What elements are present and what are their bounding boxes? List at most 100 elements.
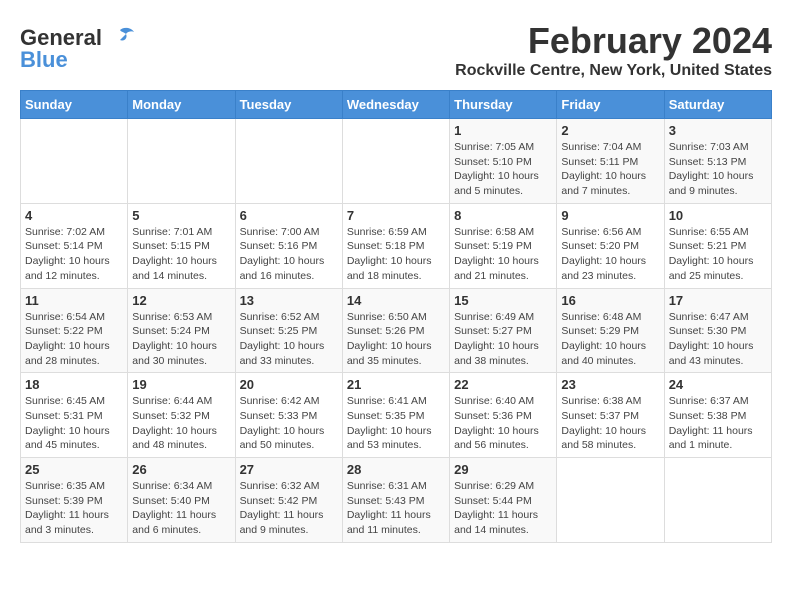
day-number: 26 [132, 462, 230, 477]
calendar-cell: 28Sunrise: 6:31 AMSunset: 5:43 PMDayligh… [342, 458, 449, 543]
calendar-cell: 8 Sunrise: 6:58 AMSunset: 5:19 PMDaylight… [450, 203, 557, 288]
day-info: Sunrise: 6:35 AMSunset: 5:39 PMDaylight:… [25, 479, 123, 538]
day-info: Sunrise: 6:40 AMSunset: 5:36 PMDaylight:… [454, 394, 552, 453]
header: General Blue February 2024 Rockville Cen… [20, 20, 772, 80]
day-number: 27 [240, 462, 338, 477]
day-info: Sunrise: 6:56 AMSunset: 5:20 PMDaylight:… [561, 225, 659, 284]
day-number: 1 [454, 123, 552, 138]
calendar-cell: 5Sunrise: 7:01 AMSunset: 5:15 PMDaylight… [128, 203, 235, 288]
day-info: Sunrise: 6:55 AMSunset: 5:21 PMDaylight:… [669, 225, 767, 284]
day-number: 25 [25, 462, 123, 477]
day-info: Sunrise: 6:37 AMSunset: 5:38 PMDaylight:… [669, 394, 767, 453]
day-number: 28 [347, 462, 445, 477]
day-info: Sunrise: 6:29 AMSunset: 5:44 PMDaylight:… [454, 479, 552, 538]
calendar-cell [342, 119, 449, 204]
calendar-cell: 19Sunrise: 6:44 AMSunset: 5:32 PMDayligh… [128, 373, 235, 458]
day-number: 6 [240, 208, 338, 223]
calendar-cell: 12 Sunrise: 6:53 AMSunset: 5:24 PMDayligh… [128, 288, 235, 373]
week-row-5: 25 Sunrise: 6:35 AMSunset: 5:39 PMDayligh… [21, 458, 772, 543]
calendar-cell: 10Sunrise: 6:55 AMSunset: 5:21 PMDayligh… [664, 203, 771, 288]
day-number: 19 [132, 377, 230, 392]
calendar-cell [128, 119, 235, 204]
day-number: 8 [454, 208, 552, 223]
day-number: 17 [669, 293, 767, 308]
day-info: Sunrise: 6:50 AMSunset: 5:26 PMDaylight:… [347, 310, 445, 369]
day-info: Sunrise: 7:04 AMSunset: 5:11 PMDaylight:… [561, 140, 659, 199]
day-info: Sunrise: 7:03 AMSunset: 5:13 PMDaylight:… [669, 140, 767, 199]
day-info: Sunrise: 6:53 AMSunset: 5:24 PMDaylight:… [132, 310, 230, 369]
calendar-cell: 3 Sunrise: 7:03 AMSunset: 5:13 PMDaylight… [664, 119, 771, 204]
week-row-2: 4Sunrise: 7:02 AMSunset: 5:14 PMDaylight… [21, 203, 772, 288]
calendar-cell: 7 Sunrise: 6:59 AMSunset: 5:18 PMDaylight… [342, 203, 449, 288]
column-header-wednesday: Wednesday [342, 91, 449, 119]
calendar-cell [21, 119, 128, 204]
calendar-cell: 4Sunrise: 7:02 AMSunset: 5:14 PMDaylight… [21, 203, 128, 288]
day-number: 22 [454, 377, 552, 392]
day-info: Sunrise: 6:32 AMSunset: 5:42 PMDaylight:… [240, 479, 338, 538]
logo: General Blue [20, 25, 136, 73]
calendar-cell: 22 Sunrise: 6:40 AMSunset: 5:36 PMDayligh… [450, 373, 557, 458]
day-number: 23 [561, 377, 659, 392]
day-number: 14 [347, 293, 445, 308]
day-info: Sunrise: 6:47 AMSunset: 5:30 PMDaylight:… [669, 310, 767, 369]
day-number: 24 [669, 377, 767, 392]
calendar-cell: 11 Sunrise: 6:54 AMSunset: 5:22 PMDayligh… [21, 288, 128, 373]
day-info: Sunrise: 6:34 AMSunset: 5:40 PMDaylight:… [132, 479, 230, 538]
day-number: 7 [347, 208, 445, 223]
calendar-cell: 17 Sunrise: 6:47 AMSunset: 5:30 PMDayligh… [664, 288, 771, 373]
day-info: Sunrise: 7:01 AMSunset: 5:15 PMDaylight:… [132, 225, 230, 284]
day-number: 21 [347, 377, 445, 392]
week-row-4: 18 Sunrise: 6:45 AMSunset: 5:31 PMDayligh… [21, 373, 772, 458]
day-number: 18 [25, 377, 123, 392]
day-number: 9 [561, 208, 659, 223]
calendar-cell: 2Sunrise: 7:04 AMSunset: 5:11 PMDaylight… [557, 119, 664, 204]
day-number: 3 [669, 123, 767, 138]
column-header-monday: Monday [128, 91, 235, 119]
day-number: 20 [240, 377, 338, 392]
day-info: Sunrise: 6:49 AMSunset: 5:27 PMDaylight:… [454, 310, 552, 369]
column-header-thursday: Thursday [450, 91, 557, 119]
column-header-tuesday: Tuesday [235, 91, 342, 119]
column-header-sunday: Sunday [21, 91, 128, 119]
day-info: Sunrise: 7:02 AMSunset: 5:14 PMDaylight:… [25, 225, 123, 284]
title-section: February 2024 Rockville Centre, New York… [455, 20, 772, 80]
calendar-cell: 6 Sunrise: 7:00 AMSunset: 5:16 PMDaylight… [235, 203, 342, 288]
day-number: 16 [561, 293, 659, 308]
calendar-cell: 29 Sunrise: 6:29 AMSunset: 5:44 PMDayligh… [450, 458, 557, 543]
calendar-cell: 20 Sunrise: 6:42 AMSunset: 5:33 PMDayligh… [235, 373, 342, 458]
day-number: 29 [454, 462, 552, 477]
calendar-cell: 16Sunrise: 6:48 AMSunset: 5:29 PMDayligh… [557, 288, 664, 373]
calendar-cell: 15Sunrise: 6:49 AMSunset: 5:27 PMDayligh… [450, 288, 557, 373]
location-subtitle: Rockville Centre, New York, United State… [455, 62, 772, 80]
day-info: Sunrise: 6:45 AMSunset: 5:31 PMDaylight:… [25, 394, 123, 453]
logo-bird-icon [104, 26, 136, 50]
calendar-table: SundayMondayTuesdayWednesdayThursdayFrid… [20, 90, 772, 543]
logo-blue-text: Blue [20, 47, 68, 73]
day-info: Sunrise: 6:52 AMSunset: 5:25 PMDaylight:… [240, 310, 338, 369]
calendar-cell: 23 Sunrise: 6:38 AMSunset: 5:37 PMDayligh… [557, 373, 664, 458]
day-info: Sunrise: 6:42 AMSunset: 5:33 PMDaylight:… [240, 394, 338, 453]
calendar-cell: 25 Sunrise: 6:35 AMSunset: 5:39 PMDayligh… [21, 458, 128, 543]
day-number: 13 [240, 293, 338, 308]
day-number: 12 [132, 293, 230, 308]
day-info: Sunrise: 6:59 AMSunset: 5:18 PMDaylight:… [347, 225, 445, 284]
calendar-cell: 14 Sunrise: 6:50 AMSunset: 5:26 PMDayligh… [342, 288, 449, 373]
calendar-cell: 1 Sunrise: 7:05 AMSunset: 5:10 PMDaylight… [450, 119, 557, 204]
day-info: Sunrise: 6:58 AMSunset: 5:19 PMDaylight:… [454, 225, 552, 284]
day-info: Sunrise: 7:00 AMSunset: 5:16 PMDaylight:… [240, 225, 338, 284]
calendar-cell: 21 Sunrise: 6:41 AMSunset: 5:35 PMDayligh… [342, 373, 449, 458]
calendar-cell: 26 Sunrise: 6:34 AMSunset: 5:40 PMDayligh… [128, 458, 235, 543]
day-info: Sunrise: 6:54 AMSunset: 5:22 PMDaylight:… [25, 310, 123, 369]
day-info: Sunrise: 6:41 AMSunset: 5:35 PMDaylight:… [347, 394, 445, 453]
calendar-cell: 18 Sunrise: 6:45 AMSunset: 5:31 PMDayligh… [21, 373, 128, 458]
day-number: 11 [25, 293, 123, 308]
calendar-cell: 24 Sunrise: 6:37 AMSunset: 5:38 PMDayligh… [664, 373, 771, 458]
header-row: SundayMondayTuesdayWednesdayThursdayFrid… [21, 91, 772, 119]
day-info: Sunrise: 7:05 AMSunset: 5:10 PMDaylight:… [454, 140, 552, 199]
calendar-cell [235, 119, 342, 204]
calendar-cell [557, 458, 664, 543]
calendar-cell: 9 Sunrise: 6:56 AMSunset: 5:20 PMDaylight… [557, 203, 664, 288]
calendar-cell: 27 Sunrise: 6:32 AMSunset: 5:42 PMDayligh… [235, 458, 342, 543]
day-info: Sunrise: 6:38 AMSunset: 5:37 PMDaylight:… [561, 394, 659, 453]
column-header-friday: Friday [557, 91, 664, 119]
